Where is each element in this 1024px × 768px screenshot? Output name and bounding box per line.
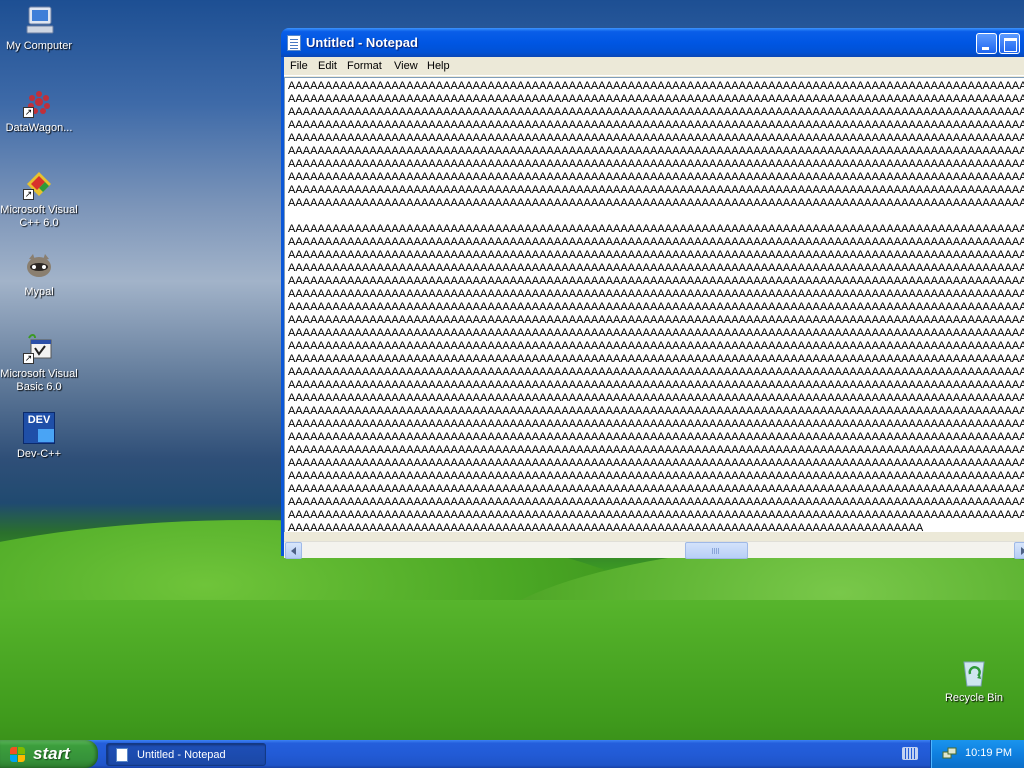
taskbar: start Untitled - Notepad 10:19 PM (0, 740, 1024, 768)
text-line: AAAAAAAAAAAAAAAAAAAAAAAAAAAAAAAAAAAAAAAA… (288, 288, 1024, 300)
desktop-icon-datawagon[interactable]: ↗ DataWagon... (0, 86, 78, 135)
start-label: start (33, 744, 70, 763)
text-line: AAAAAAAAAAAAAAAAAAAAAAAAAAAAAAAAAAAAAAAA… (288, 145, 1024, 157)
menu-view[interactable]: View (394, 60, 418, 72)
menu-format[interactable]: Format (347, 60, 382, 72)
text-line: AAAAAAAAAAAAAAAAAAAAAAAAAAAAAAAAAAAAAAAA… (288, 301, 1024, 313)
visual-basic-icon: ↗ (23, 332, 55, 364)
recycle-bin-icon (958, 656, 990, 688)
text-line: AAAAAAAAAAAAAAAAAAAAAAAAAAAAAAAAAAAAAAAA… (288, 80, 1024, 92)
text-line: AAAAAAAAAAAAAAAAAAAAAAAAAAAAAAAAAAAAAAAA… (288, 444, 1024, 456)
text-line: AAAAAAAAAAAAAAAAAAAAAAAAAAAAAAAAAAAAAAAA… (288, 418, 1024, 430)
dev-badge-text: DEV (27, 414, 51, 426)
notepad-window[interactable]: Untitled - Notepad File Edit Format View… (281, 28, 1024, 559)
minimize-button[interactable] (976, 33, 997, 54)
visual-cpp-icon: ↗ (23, 168, 55, 200)
scroll-right-button[interactable] (1014, 542, 1024, 559)
text-line: AAAAAAAAAAAAAAAAAAAAAAAAAAAAAAAAAAAAAAAA… (288, 327, 1024, 339)
text-line: AAAAAAAAAAAAAAAAAAAAAAAAAAAAAAAAAAAAAAAA… (288, 470, 1024, 482)
text-line: AAAAAAAAAAAAAAAAAAAAAAAAAAAAAAAAAAAAAAAA… (288, 275, 1024, 287)
desktop-icon-label: DataWagon... (5, 122, 73, 134)
notepad-icon (287, 35, 301, 51)
network-icon[interactable] (942, 747, 957, 761)
text-line: AAAAAAAAAAAAAAAAAAAAAAAAAAAAAAAAAAAAAAAA… (288, 405, 1024, 417)
window-title: Untitled - Notepad (306, 35, 418, 50)
desktop-icon-label: Microsoft Visual C++ 6.0 (0, 204, 78, 229)
raccoon-icon (23, 250, 55, 282)
taskbar-button-label: Untitled - Notepad (137, 749, 226, 761)
shortcut-arrow-icon: ↗ (23, 189, 34, 200)
text-line: AAAAAAAAAAAAAAAAAAAAAAAAAAAAAAAAAAAAAAAA… (288, 522, 924, 532)
computer-icon (23, 4, 55, 36)
text-line: AAAAAAAAAAAAAAAAAAAAAAAAAAAAAAAAAAAAAAAA… (288, 132, 1024, 144)
windows-logo-icon (10, 747, 26, 762)
text-line: AAAAAAAAAAAAAAAAAAAAAAAAAAAAAAAAAAAAAAAA… (288, 171, 1024, 183)
text-line: AAAAAAAAAAAAAAAAAAAAAAAAAAAAAAAAAAAAAAAA… (288, 314, 1024, 326)
arrow-left-icon (291, 547, 296, 555)
horizontal-scrollbar[interactable] (284, 541, 1024, 559)
text-line: AAAAAAAAAAAAAAAAAAAAAAAAAAAAAAAAAAAAAAAA… (288, 366, 1024, 378)
maximize-button[interactable] (999, 33, 1020, 54)
text-line: AAAAAAAAAAAAAAAAAAAAAAAAAAAAAAAAAAAAAAAA… (288, 392, 1024, 404)
desktop-icon-label: Dev-C++ (16, 448, 62, 460)
desktop-icon-msvc[interactable]: ↗ Microsoft Visual C++ 6.0 (0, 168, 78, 230)
text-line: AAAAAAAAAAAAAAAAAAAAAAAAAAAAAAAAAAAAAAAA… (288, 262, 1024, 274)
text-line: AAAAAAAAAAAAAAAAAAAAAAAAAAAAAAAAAAAAAAAA… (288, 353, 1024, 365)
desktop-icon-label: My Computer (5, 40, 73, 52)
menu-help[interactable]: Help (427, 60, 450, 72)
text-line: AAAAAAAAAAAAAAAAAAAAAAAAAAAAAAAAAAAAAAAA… (288, 106, 1024, 118)
menu-edit[interactable]: Edit (318, 60, 337, 72)
menu-file[interactable]: File (290, 60, 308, 72)
text-line: AAAAAAAAAAAAAAAAAAAAAAAAAAAAAAAAAAAAAAAA… (288, 340, 1024, 352)
desktop-icon-my-computer[interactable]: My Computer (0, 4, 78, 53)
window-titlebar[interactable]: Untitled - Notepad (281, 28, 1024, 57)
text-line: AAAAAAAAAAAAAAAAAAAAAAAAAAAAAAAAAAAAAAAA… (288, 184, 1024, 196)
text-line: AAAAAAAAAAAAAAAAAAAAAAAAAAAAAAAAAAAAAAAA… (288, 379, 1024, 391)
shortcut-arrow-icon: ↗ (23, 353, 34, 364)
shortcut-arrow-icon: ↗ (23, 107, 34, 118)
scroll-left-button[interactable] (285, 542, 302, 559)
text-line: AAAAAAAAAAAAAAAAAAAAAAAAAAAAAAAAAAAAAAAA… (288, 158, 1024, 170)
text-line: AAAAAAAAAAAAAAAAAAAAAAAAAAAAAAAAAAAAAAAA… (288, 236, 1024, 248)
text-line: AAAAAAAAAAAAAAAAAAAAAAAAAAAAAAAAAAAAAAAA… (288, 119, 1024, 131)
text-line: AAAAAAAAAAAAAAAAAAAAAAAAAAAAAAAAAAAAAAAA… (288, 249, 1024, 261)
window-client: File Edit Format View Help AAAAAAAAAAAAA… (284, 57, 1024, 559)
text-line: AAAAAAAAAAAAAAAAAAAAAAAAAAAAAAAAAAAAAAAA… (288, 457, 1024, 469)
dev-cpp-icon: DEV (23, 412, 55, 444)
notepad-icon (116, 748, 128, 762)
keyboard-icon[interactable] (902, 747, 918, 760)
text-line: AAAAAAAAAAAAAAAAAAAAAAAAAAAAAAAAAAAAAAAA… (288, 223, 1024, 235)
text-line: AAAAAAAAAAAAAAAAAAAAAAAAAAAAAAAAAAAAAAAA… (288, 431, 1024, 443)
start-button[interactable]: start (0, 740, 98, 768)
desktop-icon-label: Recycle Bin (944, 692, 1004, 704)
text-line: AAAAAAAAAAAAAAAAAAAAAAAAAAAAAAAAAAAAAAAA… (288, 197, 1024, 209)
desktop-grass (0, 600, 1024, 740)
desktop-icon-label: Microsoft Visual Basic 6.0 (0, 368, 78, 393)
menubar: File Edit Format View Help (284, 57, 1024, 76)
desktop-icon-msvb[interactable]: ↗ Microsoft Visual Basic 6.0 (0, 332, 78, 394)
dev-badge-tiles (38, 429, 54, 442)
clock: 10:19 PM (965, 747, 1013, 759)
text-line: AAAAAAAAAAAAAAAAAAAAAAAAAAAAAAAAAAAAAAAA… (288, 483, 1024, 495)
scroll-thumb[interactable] (685, 542, 748, 559)
desktop-icon-mypal[interactable]: Mypal (0, 250, 78, 299)
desktop-icon-label: Mypal (24, 286, 54, 298)
system-tray: 10:19 PM (930, 740, 1024, 768)
text-line: AAAAAAAAAAAAAAAAAAAAAAAAAAAAAAAAAAAAAAAA… (288, 93, 1024, 105)
text-editor[interactable]: AAAAAAAAAAAAAAAAAAAAAAAAAAAAAAAAAAAAAAAA… (284, 77, 1024, 532)
datawagon-icon: ↗ (23, 86, 55, 118)
text-line: AAAAAAAAAAAAAAAAAAAAAAAAAAAAAAAAAAAAAAAA… (288, 496, 1024, 508)
text-line: AAAAAAAAAAAAAAAAAAAAAAAAAAAAAAAAAAAAAAAA… (288, 509, 1024, 521)
desktop-icon-devcpp[interactable]: DEV Dev-C++ (0, 412, 78, 461)
taskbar-button-notepad[interactable]: Untitled - Notepad (106, 743, 266, 766)
desktop-icon-recycle-bin[interactable]: Recycle Bin (935, 656, 1013, 705)
